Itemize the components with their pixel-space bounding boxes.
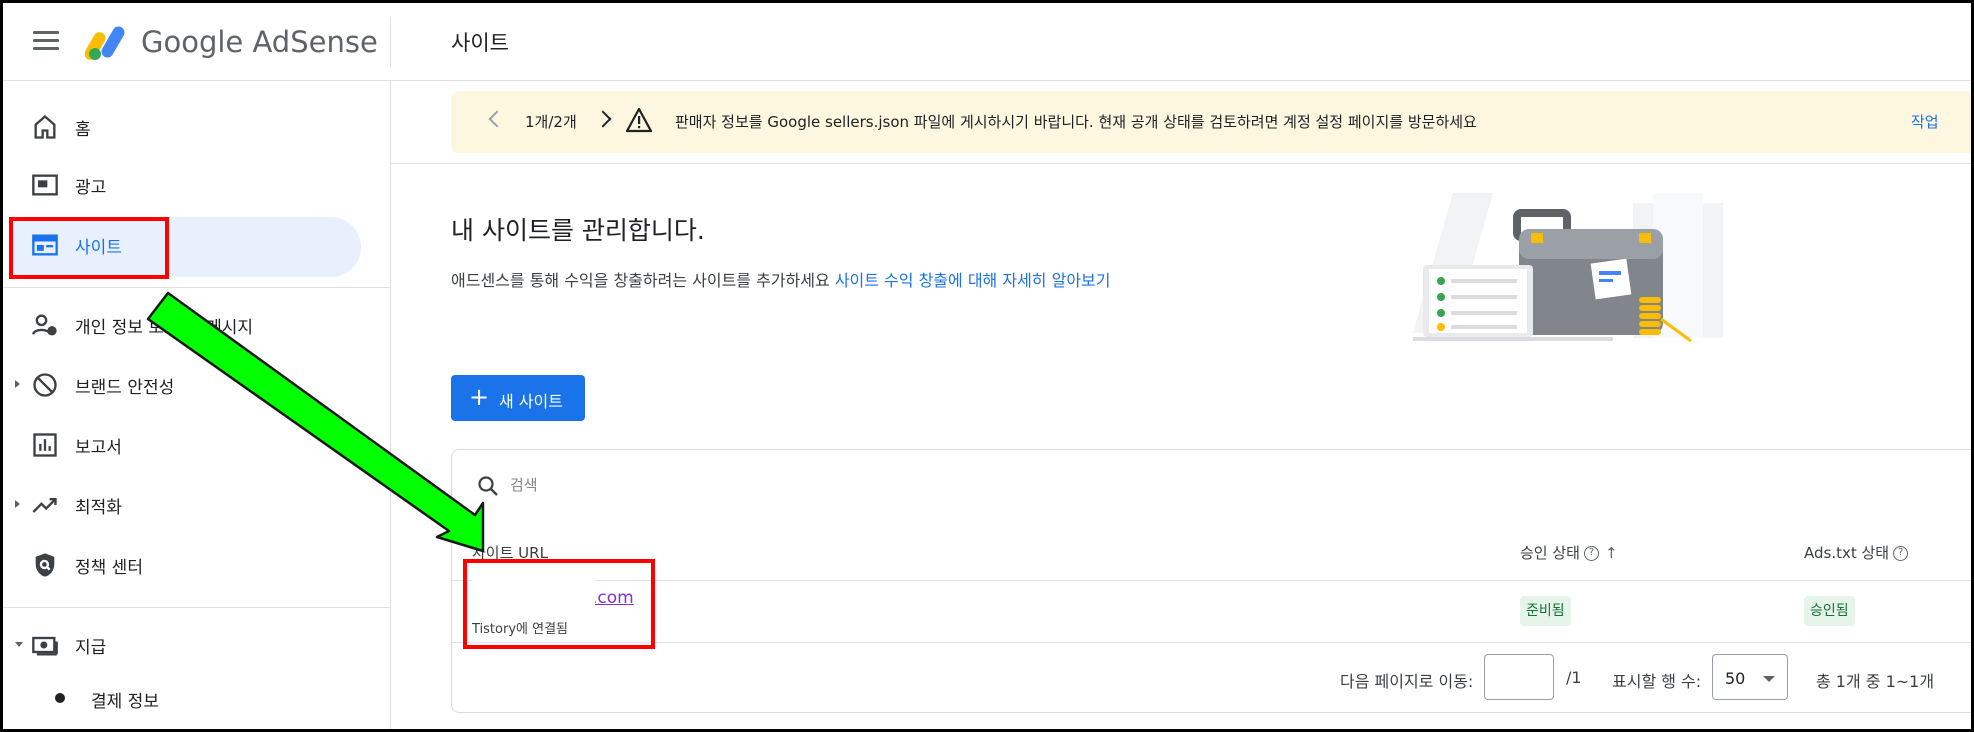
rows-per-page-value: 50	[1725, 669, 1746, 688]
sidebar-item-label: 광고	[75, 178, 107, 198]
search-input[interactable]	[510, 472, 810, 498]
chevron-left-icon[interactable]	[488, 110, 506, 128]
sidebar-divider	[3, 287, 391, 288]
trending-icon	[32, 498, 57, 513]
chevron-right-icon[interactable]	[594, 110, 612, 128]
notification-banner: 1개/2개 판매자 정보를 Google sellers.json 파일에 게시…	[451, 91, 1971, 153]
expand-caret-icon[interactable]	[15, 500, 20, 508]
brand-name[interactable]: Google AdSense	[141, 25, 378, 59]
sidebar-item-label: 개인 정보 보호 및 메시지	[75, 318, 254, 338]
page-title: 사이트	[451, 31, 509, 55]
menu-icon[interactable]	[33, 31, 59, 51]
help-icon[interactable]: ?	[1583, 546, 1599, 561]
sidebar-subitem-billing-info[interactable]: 결제 정보	[3, 677, 391, 717]
new-site-button[interactable]: + 새 사이트	[451, 375, 585, 421]
sidebar-item-label: 지급	[75, 638, 107, 658]
page-total: /1	[1566, 668, 1582, 687]
sidebar-item-reports[interactable]: 보고서	[3, 415, 391, 473]
hero-subtitle: 애드센스를 통해 수익을 창출하려는 사이트를 추가하세요 사이트 수익 창출에…	[451, 267, 1110, 291]
goto-page-label: 다음 페이지로 이동:	[1340, 672, 1474, 691]
expand-caret-icon[interactable]	[15, 380, 20, 388]
page-number-input[interactable]	[1484, 654, 1554, 700]
sites-table-card: 사이트 URL 승인 상태?↑ Ads.txt 상태? .com Tistory…	[451, 449, 1971, 713]
highlight-box-site-url	[463, 559, 655, 649]
sidebar-item-label: 홈	[75, 120, 91, 140]
ads-icon	[32, 174, 58, 196]
learn-more-link[interactable]: 사이트 수익 창출에 대해 자세히 알아보기	[835, 271, 1111, 290]
search-icon	[478, 476, 498, 496]
warning-icon	[625, 107, 653, 133]
banner-action-button[interactable]: 작업	[1911, 111, 1939, 132]
rows-per-page-select[interactable]: 50	[1712, 654, 1788, 700]
bullet-icon	[55, 693, 65, 703]
column-header-label: Ads.txt 상태	[1804, 544, 1890, 562]
banner-pager: 1개/2개	[525, 113, 577, 131]
sidebar-divider	[3, 607, 391, 608]
home-icon	[34, 114, 56, 139]
block-icon	[33, 373, 57, 397]
sidebar-item-policy[interactable]: 정책 센터	[3, 535, 391, 593]
table-divider	[452, 580, 1971, 581]
rows-per-page-label: 표시할 행 수:	[1612, 672, 1702, 691]
dropdown-arrow-icon	[1763, 676, 1775, 682]
hero-subtitle-text: 애드센스를 통해 수익을 창출하려는 사이트를 추가하세요	[451, 271, 830, 290]
column-header-label: 승인 상태	[1520, 544, 1580, 562]
row-count: 총 1개 중 1~1개	[1816, 672, 1935, 691]
sidebar-item-home[interactable]: 홈	[3, 97, 391, 155]
table-divider	[452, 642, 1971, 643]
adsense-logo-icon	[85, 26, 125, 60]
help-icon[interactable]: ?	[1893, 546, 1909, 561]
column-header-approval[interactable]: 승인 상태? ↑	[1520, 542, 1618, 563]
briefcase-illustration	[1413, 193, 1723, 343]
top-app-bar: Google AdSense 사이트	[3, 3, 1971, 81]
payments-icon	[32, 636, 58, 656]
sidebar-item-ads[interactable]: 광고	[3, 155, 391, 213]
column-header-ads-txt[interactable]: Ads.txt 상태?	[1804, 542, 1909, 563]
sidebar-item-label: 브랜드 안전성	[75, 378, 175, 398]
sidebar-item-brand-safety[interactable]: 브랜드 안전성	[3, 355, 391, 413]
report-icon	[33, 433, 57, 457]
sidebar-item-privacy[interactable]: 개인 정보 보호 및 메시지	[3, 295, 391, 353]
sidebar-item-label: 정책 센터	[75, 558, 143, 578]
sort-ascending-icon[interactable]: ↑	[1605, 544, 1618, 562]
collapse-caret-icon[interactable]	[15, 642, 23, 647]
highlight-box-sites-menu	[9, 217, 169, 279]
ads-txt-status-badge: 승인됨	[1804, 596, 1855, 626]
sidebar-subitem-label: 결제 정보	[91, 692, 159, 712]
header-divider	[390, 17, 391, 67]
privacy-icon	[32, 314, 57, 336]
sidebar: 홈 광고 사이트 개인 정보 보호 및 메시지 브랜드 안전성 보고서 최적화	[3, 81, 391, 729]
content-divider	[391, 163, 1971, 164]
sidebar-item-payments[interactable]: 지급	[3, 615, 391, 673]
sidebar-item-label: 보고서	[75, 438, 122, 458]
sidebar-item-optimization[interactable]: 최적화	[3, 475, 391, 533]
hero-title: 내 사이트를 관리합니다.	[451, 216, 705, 245]
sidebar-item-label: 최적화	[75, 498, 122, 518]
approval-status-badge: 준비됨	[1520, 596, 1571, 626]
new-site-label: 새 사이트	[499, 392, 563, 411]
plus-icon: +	[469, 383, 490, 411]
adsense-window: Google AdSense 사이트 홈 광고 사이트 개인 정보 보호 및 메…	[0, 0, 1974, 732]
policy-icon	[35, 553, 55, 577]
banner-message: 판매자 정보를 Google sellers.json 파일에 게시하시기 바랍…	[675, 113, 1477, 131]
